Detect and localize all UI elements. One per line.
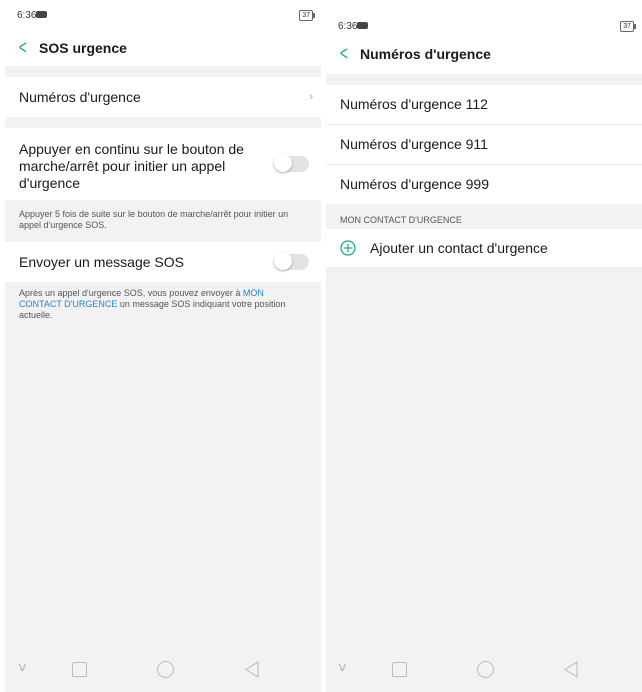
notification-icon [36, 11, 47, 18]
status-bar: 6:36 37 [326, 0, 642, 38]
emergency-numbers-label: Numéros d'urgence [19, 89, 141, 105]
emergency-contact-section-header: MON CONTACT D'URGENCE [326, 204, 642, 229]
emergency-number-item[interactable]: Numéros d'urgence 112 [326, 85, 642, 125]
back-chevron-icon[interactable]: < [340, 44, 348, 64]
emergency-numbers-row[interactable]: Numéros d'urgence › [5, 77, 321, 117]
battery-icon: 37 [620, 21, 636, 32]
app-header: < Numéros d'urgence [326, 38, 642, 74]
nav-collapse-icon[interactable]: ∨ [17, 660, 28, 674]
section-header-label: MON CONTACT D'URGENCE [340, 215, 462, 225]
notification-icon [357, 22, 368, 29]
battery-icon: 37 [299, 10, 315, 21]
app-header: < SOS urgence [5, 30, 321, 66]
sos-message-note: Après un appel d'urgence SOS, vous pouve… [5, 282, 321, 321]
back-icon[interactable] [244, 661, 260, 678]
emergency-number-item[interactable]: Numéros d'urgence 911 [326, 125, 642, 165]
sos-settings-screen: 6:36 37 < SOS urgence Numéros d'urgence … [5, 0, 321, 692]
divider [326, 74, 642, 85]
recents-icon[interactable] [392, 662, 407, 677]
navigation-bar: ∨ [5, 648, 321, 692]
home-icon[interactable] [477, 661, 494, 678]
power-button-note: Appuyer 5 fois de suite sur le bouton de… [19, 209, 289, 230]
page-title: Numéros d'urgence [360, 46, 491, 62]
navigation-bar: ∨ [326, 648, 642, 692]
sos-note-text: Après un appel d'urgence SOS, vous pouve… [19, 288, 243, 298]
recents-icon[interactable] [72, 662, 87, 677]
chevron-right-icon: › [309, 91, 313, 103]
sos-message-toggle[interactable] [274, 252, 309, 270]
back-chevron-icon[interactable]: < [19, 38, 27, 58]
power-button-call-toggle[interactable] [274, 154, 309, 172]
home-icon[interactable] [157, 661, 174, 678]
status-bar: 6:36 37 [5, 0, 321, 30]
emergency-number-label: Numéros d'urgence 112 [340, 96, 488, 112]
add-emergency-contact-label: Ajouter un contact d'urgence [370, 240, 548, 256]
plus-circle-icon [340, 240, 356, 256]
emergency-numbers-screen: 6:36 37 < Numéros d'urgence Numéros d'ur… [326, 0, 642, 692]
status-time: 6:36 [17, 10, 37, 21]
nav-collapse-icon[interactable]: ∨ [337, 660, 348, 674]
power-button-call-label: Appuyer en continu sur le bouton de marc… [19, 141, 244, 191]
sos-message-row: Envoyer un message SOS [5, 242, 321, 282]
emergency-number-label: Numéros d'urgence 911 [340, 136, 488, 152]
toggle-knob [274, 154, 292, 172]
page-title: SOS urgence [39, 40, 127, 56]
emergency-number-label: Numéros d'urgence 999 [340, 176, 489, 192]
sos-message-label: Envoyer un message SOS [19, 254, 184, 270]
add-emergency-contact-button[interactable]: Ajouter un contact d'urgence [326, 229, 642, 268]
back-icon[interactable] [563, 661, 579, 678]
power-button-call-row: Appuyer en continu sur le bouton de marc… [5, 128, 321, 200]
status-time: 6:36 [338, 21, 358, 32]
toggle-knob [274, 252, 292, 270]
emergency-number-item[interactable]: Numéros d'urgence 999 [326, 165, 642, 204]
divider [5, 66, 321, 77]
divider [5, 117, 321, 128]
